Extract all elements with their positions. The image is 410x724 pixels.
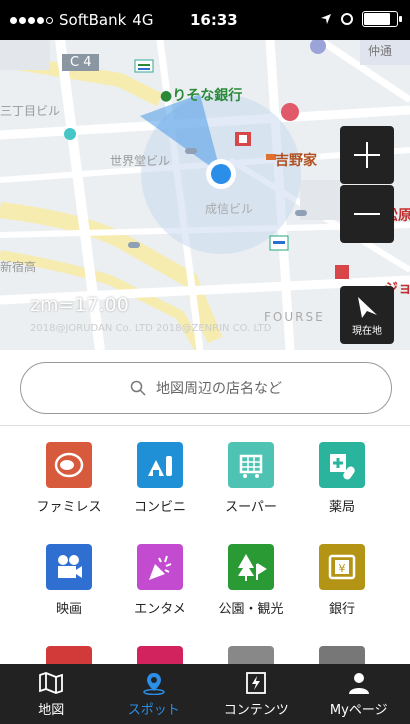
category-family-restaurant[interactable]: ファミレス (24, 442, 114, 515)
content-icon (246, 671, 267, 694)
search-icon (130, 380, 146, 396)
nav-contents-label: コンテンツ (223, 702, 289, 718)
party-popper-icon (137, 544, 183, 590)
category-label: 映画 (55, 602, 82, 617)
onigiri-bottle-icon (137, 442, 183, 488)
location-arrow-icon (321, 14, 331, 24)
nav-mypage-label: Myページ (329, 702, 388, 718)
film-camera-icon (46, 544, 92, 590)
partial-icon (319, 646, 365, 666)
category-label: 薬局 (328, 500, 355, 515)
map-icon (39, 671, 64, 694)
poi-shinjuku-high: 新宿高 (0, 260, 37, 274)
poi-sanchome-building: 三丁目ビル (0, 104, 61, 118)
minus-icon (354, 213, 380, 215)
category-label: スーパー (225, 500, 277, 515)
poi-fourse: FOURSE (264, 310, 325, 324)
carrier-label: SoftBank (59, 11, 127, 29)
medicine-icon (319, 442, 365, 488)
food-plate-icon (46, 442, 92, 488)
zoom-out-button[interactable] (340, 185, 394, 243)
search-area: 地図周辺の店名など (0, 350, 410, 426)
partial-icon (46, 646, 92, 666)
poi-seishin-building: 成信ビル (205, 202, 254, 216)
category-label: 銀行 (328, 602, 355, 617)
category-partial-2[interactable] (115, 646, 205, 666)
category-label: 公園・観光 (218, 602, 284, 617)
svg-text:¥: ¥ (339, 562, 346, 575)
current-location-label: 現在地 (352, 325, 382, 337)
category-label: ファミレス (36, 500, 102, 515)
tree-flag-icon (228, 544, 274, 590)
search-input[interactable]: 地図周辺の店名など (20, 362, 392, 414)
category-park-sightseeing[interactable]: 公園・観光 (206, 544, 296, 617)
category-pharmacy[interactable]: 薬局 (297, 442, 387, 515)
category-movie[interactable]: 映画 (24, 544, 114, 617)
network-label: 4G (132, 11, 154, 29)
map-view[interactable]: C 4 ●りそな銀行 三丁目ビル 世界堂ビル 吉野家 成信ビル 松原 新宿高 仲… (0, 40, 410, 350)
poi-yoshinoya[interactable]: 吉野家 (275, 150, 317, 170)
category-partial-3[interactable] (206, 646, 296, 666)
nav-map[interactable]: 地図 (0, 664, 103, 724)
pin-icon (143, 672, 165, 695)
category-entertainment[interactable]: エンタメ (115, 544, 205, 617)
poi-nakadori: 仲通 (368, 44, 393, 58)
plus-icon (354, 142, 380, 168)
nav-contents[interactable]: コンテンツ (205, 664, 308, 724)
signal-icon (10, 16, 53, 24)
resona-icon: ● (160, 88, 173, 104)
search-placeholder: 地図周辺の店名など (156, 381, 282, 397)
partial-icon (137, 646, 183, 666)
shopping-cart-icon (228, 442, 274, 488)
category-partial-4[interactable] (297, 646, 387, 666)
nav-mypage[interactable]: Myページ (308, 664, 410, 724)
poi-resona-bank[interactable]: ●りそな銀行 (160, 85, 242, 105)
category-supermarket[interactable]: スーパー (206, 442, 296, 515)
category-label: エンタメ (134, 602, 186, 617)
nav-map-label: 地図 (38, 702, 65, 718)
map-copyright: 2018@JORUDAN Co. LTD 2018@ZENRIN CO. LTD (30, 323, 272, 334)
partial-icon (228, 646, 274, 666)
category-convenience-store[interactable]: コンビニ (115, 442, 205, 515)
bottom-nav: 地図 スポット コンテンツ Myページ (0, 664, 410, 724)
nav-spot[interactable]: スポット (103, 664, 206, 724)
zoom-in-button[interactable] (340, 126, 394, 184)
clock: 16:33 (190, 11, 238, 29)
zoom-level-label: zm=17.00 (30, 294, 129, 316)
alarm-icon (341, 13, 353, 25)
category-bank[interactable]: ¥ 銀行 (297, 544, 387, 617)
nav-spot-label: スポット (127, 702, 180, 718)
category-grid: ファミレス コンビニ スーパー 薬局 映画 エンタメ 公園・観光 ¥ 銀行 (0, 426, 410, 666)
current-location-button[interactable]: 現在地 (340, 286, 394, 344)
category-partial-1[interactable] (24, 646, 114, 666)
location-arrow-icon (358, 296, 377, 318)
atm-icon: ¥ (319, 544, 365, 590)
route-shield-c4: C 4 (62, 54, 100, 71)
status-bar: SoftBank 4G 16:33 (0, 0, 410, 40)
person-icon (348, 672, 369, 694)
poi-sekaido-building: 世界堂ビル (110, 154, 171, 168)
battery-icon (362, 11, 402, 27)
category-label: コンビニ (133, 500, 186, 515)
